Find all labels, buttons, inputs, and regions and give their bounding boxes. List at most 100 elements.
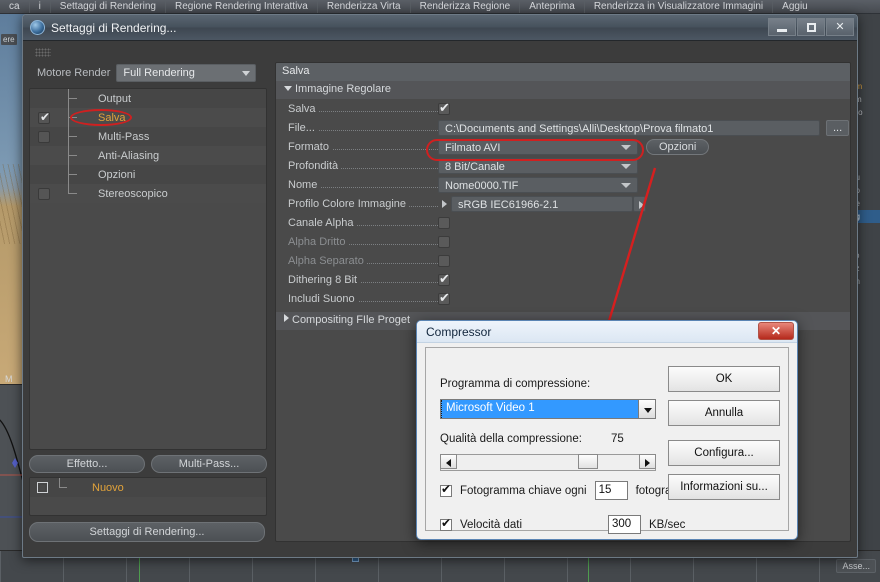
checkbox-alpha-separato[interactable] <box>438 254 450 267</box>
informazioni-button[interactable]: Informazioni su... <box>668 474 780 500</box>
property-label-text: Salva <box>288 102 319 115</box>
keyframe-input[interactable]: 15 <box>594 481 628 500</box>
tree-item-label: Multi-Pass <box>98 130 150 143</box>
curve-panel-label: M <box>5 374 13 384</box>
browse-button[interactable]: ... <box>826 119 850 136</box>
tree-item-stereoscopico[interactable]: Stereoscopico <box>30 184 266 203</box>
property-label-text: File... <box>288 121 318 134</box>
tree-item-anti-aliasing[interactable]: Anti-Aliasing <box>30 146 266 165</box>
viewport-label: ere <box>1 34 17 45</box>
effects-list[interactable]: Nuovo <box>29 477 267 516</box>
menubar-item-renderizza-virta[interactable]: Renderizza Virta <box>318 0 410 13</box>
chevron-down-icon <box>284 86 292 91</box>
list-item[interactable]: Nuovo <box>30 478 266 497</box>
keyframe-checkbox[interactable] <box>440 482 452 497</box>
tree-branch-icon <box>68 146 77 165</box>
application-menubar[interactable]: ca i Settaggi di Rendering Regione Renderin… <box>0 0 880 14</box>
tree-item-salva[interactable]: Salva <box>30 108 266 127</box>
checkbox-salva[interactable] <box>438 100 450 116</box>
opzioni-button[interactable]: Opzioni <box>646 138 710 155</box>
menubar-item-regione-rendering-interattiva[interactable]: Regione Rendering Interattiva <box>166 0 317 13</box>
slider-right-arrow-icon[interactable] <box>639 454 656 469</box>
chevron-down-icon[interactable] <box>638 400 655 418</box>
slider-track[interactable] <box>440 454 656 471</box>
menubar-item-i[interactable]: i <box>30 0 50 13</box>
multipass-button[interactable]: Multi-Pass... <box>151 455 267 473</box>
dropdown-value: 8 Bit/Canale <box>445 160 505 173</box>
tree-item-checkbox[interactable] <box>38 130 50 143</box>
quality-label: Qualità della compressione: <box>440 433 582 445</box>
property-label-text: Profondità <box>288 159 342 172</box>
checkbox-alpha-dritto[interactable] <box>438 235 450 248</box>
tree-item-opzioni[interactable]: Opzioni <box>30 165 266 184</box>
tree-branch-icon <box>59 478 67 488</box>
slider-thumb[interactable] <box>578 454 598 469</box>
property-rows: Salva File... C:\Documents and Settings\Al… <box>276 99 850 308</box>
node-icon <box>37 482 48 493</box>
window-titlebar[interactable]: Settaggi di Rendering... ✕ <box>23 15 857 41</box>
datarate-checkbox[interactable] <box>440 516 452 531</box>
drag-grip[interactable] <box>35 48 51 57</box>
tree-item-checkbox[interactable] <box>38 110 50 124</box>
render-settings-tree[interactable]: Output Salva Multi-Pass Anti-Aliasing Opzion… <box>29 88 267 450</box>
chevron-down-icon <box>621 163 631 169</box>
render-engine-dropdown[interactable]: Full Rendering <box>116 64 257 82</box>
maximize-button[interactable] <box>797 18 825 36</box>
timeline-asse-button[interactable]: Asse... <box>836 559 876 573</box>
group-header-immagine-regolare[interactable]: Immagine Regolare <box>276 81 850 99</box>
render-settings-footer-button[interactable]: Settaggi di Rendering... <box>29 522 265 542</box>
tree-item-label: Opzioni <box>98 168 136 181</box>
tree-item-checkbox <box>38 93 50 105</box>
maximize-icon <box>806 22 816 32</box>
close-button[interactable]: ✕ <box>826 18 854 36</box>
compressor-content: Programma di compressione: Microsoft Vid… <box>425 347 789 534</box>
compressor-close-button[interactable]: ✕ <box>758 322 794 340</box>
menubar-item-anteprima[interactable]: Anteprima <box>520 0 584 13</box>
menubar-item-ca[interactable]: ca <box>0 0 29 13</box>
minimize-icon <box>777 28 787 32</box>
tree-item-output[interactable]: Output <box>30 89 266 108</box>
compressor-titlebar[interactable]: Compressor ✕ <box>417 321 797 343</box>
minimize-button[interactable] <box>768 18 796 36</box>
compression-program-value: Microsoft Video 1 <box>441 400 638 418</box>
chevron-right-icon <box>442 199 447 208</box>
property-label-formato: Formato <box>288 140 438 153</box>
property-row-dithering-8-bit: Dithering 8 Bit <box>276 270 850 289</box>
datarate-input[interactable]: 300 <box>608 515 641 534</box>
color-profile-field[interactable]: sRGB IEC61966-2.1 <box>451 195 633 212</box>
checkbox-dithering-8-bit[interactable] <box>438 271 450 287</box>
keyframe-row: Fotogramma chiave ogni 15 fotogrammi <box>440 481 693 500</box>
chevron-down-icon <box>242 71 251 76</box>
property-row-alpha-separato: Alpha Separato <box>276 251 850 270</box>
tree-item-multi-pass[interactable]: Multi-Pass <box>30 127 266 146</box>
annulla-button[interactable]: Annulla <box>668 400 780 426</box>
annotation-oval-salva <box>70 109 132 126</box>
checkbox-includi-suono[interactable] <box>438 290 450 306</box>
menubar-item-renderizza-regione[interactable]: Renderizza Regione <box>411 0 520 13</box>
path-field[interactable]: C:\Documents and Settings\Alli\Desktop\P… <box>438 119 820 136</box>
ok-button[interactable]: OK <box>668 366 780 392</box>
property-row-alpha-dritto: Alpha Dritto <box>276 232 850 251</box>
slider-left-arrow-icon[interactable] <box>440 454 457 469</box>
menubar-item-aggiu[interactable]: Aggiu <box>773 0 817 13</box>
menubar-item-settaggi-di-rendering[interactable]: Settaggi di Rendering <box>51 0 165 13</box>
property-row-salva: Salva <box>276 99 850 118</box>
checkbox-canale-alpha[interactable] <box>438 216 450 229</box>
property-row-includi-suono: Includi Suono <box>276 289 850 308</box>
annotation-oval-formato <box>426 139 644 161</box>
menubar-item-renderizza-in-visualizzatore-immagini[interactable]: Renderizza in Visualizzatore Immagini <box>585 0 772 13</box>
tree-item-checkbox[interactable] <box>38 187 50 200</box>
tree-item-label: Output <box>98 92 132 105</box>
dropdown-nome[interactable]: Nome0000.TIF <box>438 176 638 193</box>
tree-branch-icon <box>68 184 77 203</box>
property-label-text: Canale Alpha <box>288 216 357 229</box>
color-profile-picker-button[interactable] <box>633 195 646 212</box>
quality-slider[interactable] <box>440 454 656 471</box>
tree-branch-icon <box>68 89 77 108</box>
property-label-alpha-separato: Alpha Separato <box>288 254 438 267</box>
compression-program-combobox[interactable]: Microsoft Video 1 <box>440 399 656 419</box>
property-label-file: File... <box>288 121 438 134</box>
configura-button[interactable]: Configura... <box>668 440 780 466</box>
effetto-button[interactable]: Effetto... <box>29 455 145 473</box>
property-label-text: Dithering 8 Bit <box>288 273 361 286</box>
